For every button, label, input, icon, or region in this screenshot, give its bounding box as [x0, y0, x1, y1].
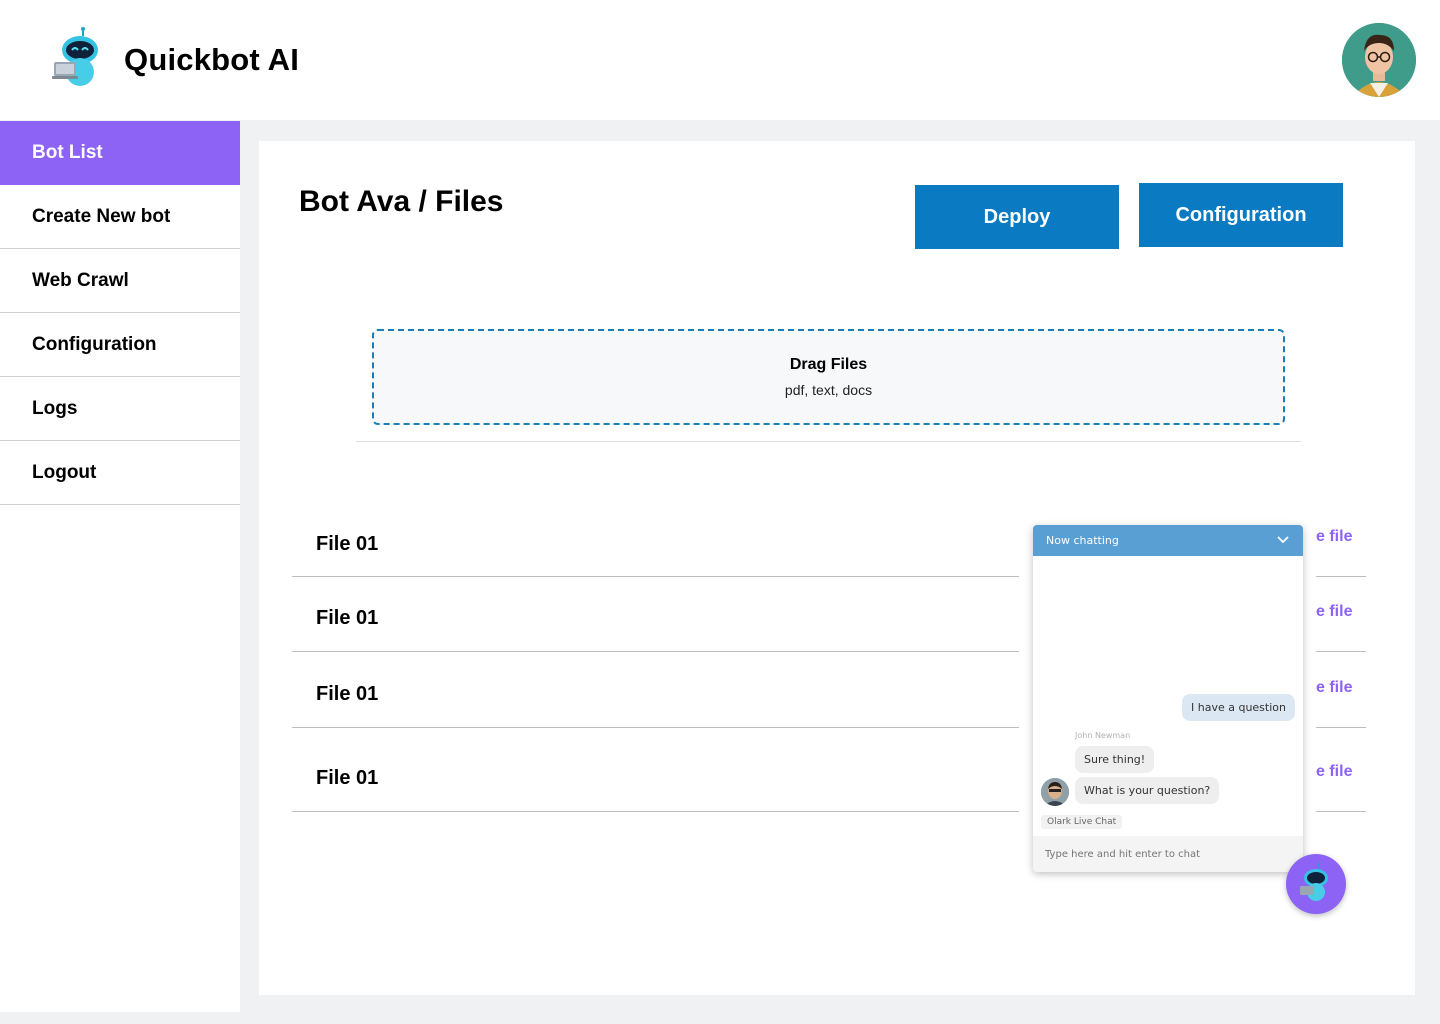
configuration-button[interactable]: Configuration	[1139, 183, 1343, 247]
divider	[1316, 651, 1366, 652]
sidebar: Bot List Create New bot Web Crawl Config…	[0, 121, 240, 1012]
sidebar-item-label: Logs	[32, 397, 78, 419]
sidebar-item-create-new-bot[interactable]: Create New bot	[0, 185, 240, 249]
file-name: File 01	[316, 683, 379, 705]
sidebar-item-label: Logout	[32, 461, 97, 483]
chat-brand-label: Olark Live Chat	[1041, 815, 1123, 829]
sidebar-item-label: Create New bot	[32, 205, 171, 227]
file-action-link[interactable]: e file	[1316, 679, 1352, 697]
file-name: File 01	[316, 767, 379, 789]
sidebar-item-configuration[interactable]: Configuration	[0, 313, 240, 377]
user-avatar[interactable]	[1342, 23, 1416, 97]
table-row: File 01	[292, 504, 1019, 577]
divider	[356, 441, 1301, 442]
chat-message-agent: Sure thing!	[1075, 746, 1155, 773]
chat-message-input[interactable]	[1033, 836, 1303, 872]
page-title: Bot Ava / Files	[299, 185, 504, 218]
chat-message-visitor: I have a question	[1182, 694, 1295, 721]
dropzone-title: Drag Files	[789, 356, 868, 373]
sidebar-item-bot-list[interactable]: Bot List	[0, 121, 240, 185]
chevron-down-icon[interactable]	[1277, 534, 1289, 547]
sidebar-item-label: Configuration	[32, 333, 157, 355]
file-dropzone[interactable]: Drag Files pdf, text, docs	[372, 329, 1285, 425]
table-row: File 01	[292, 652, 1019, 728]
table-row: File 01	[292, 728, 1019, 812]
chat-agent-name: John Newman	[1075, 731, 1131, 740]
chat-header[interactable]: Now chatting	[1033, 525, 1303, 556]
dropzone-subtitle: pdf, text, docs	[784, 382, 873, 398]
file-name: File 01	[316, 607, 379, 629]
sidebar-item-label: Web Crawl	[32, 269, 129, 291]
file-action-link[interactable]: e file	[1316, 763, 1352, 781]
chat-launcher-button[interactable]	[1286, 854, 1346, 914]
file-name: File 01	[316, 533, 379, 555]
divider	[1316, 576, 1366, 577]
chat-message-agent: What is your question?	[1075, 777, 1220, 804]
divider	[1316, 727, 1366, 728]
agent-avatar	[1041, 778, 1069, 806]
top-header: Quickbot AI	[0, 0, 1440, 120]
sidebar-item-web-crawl[interactable]: Web Crawl	[0, 249, 240, 313]
robot-logo-icon	[50, 26, 106, 90]
sidebar-item-logout[interactable]: Logout	[0, 441, 240, 505]
app-title: Quickbot AI	[124, 42, 300, 77]
divider	[1316, 811, 1366, 812]
file-action-link[interactable]: e file	[1316, 603, 1352, 621]
file-action-link[interactable]: e file	[1316, 528, 1352, 546]
sidebar-item-label: Bot List	[32, 142, 103, 163]
sidebar-item-logs[interactable]: Logs	[0, 377, 240, 441]
live-chat-widget: Now chatting I have a question John Newm…	[1033, 525, 1303, 872]
chat-header-title: Now chatting	[1046, 534, 1119, 547]
table-row: File 01	[292, 577, 1019, 652]
deploy-button[interactable]: Deploy	[915, 185, 1119, 249]
